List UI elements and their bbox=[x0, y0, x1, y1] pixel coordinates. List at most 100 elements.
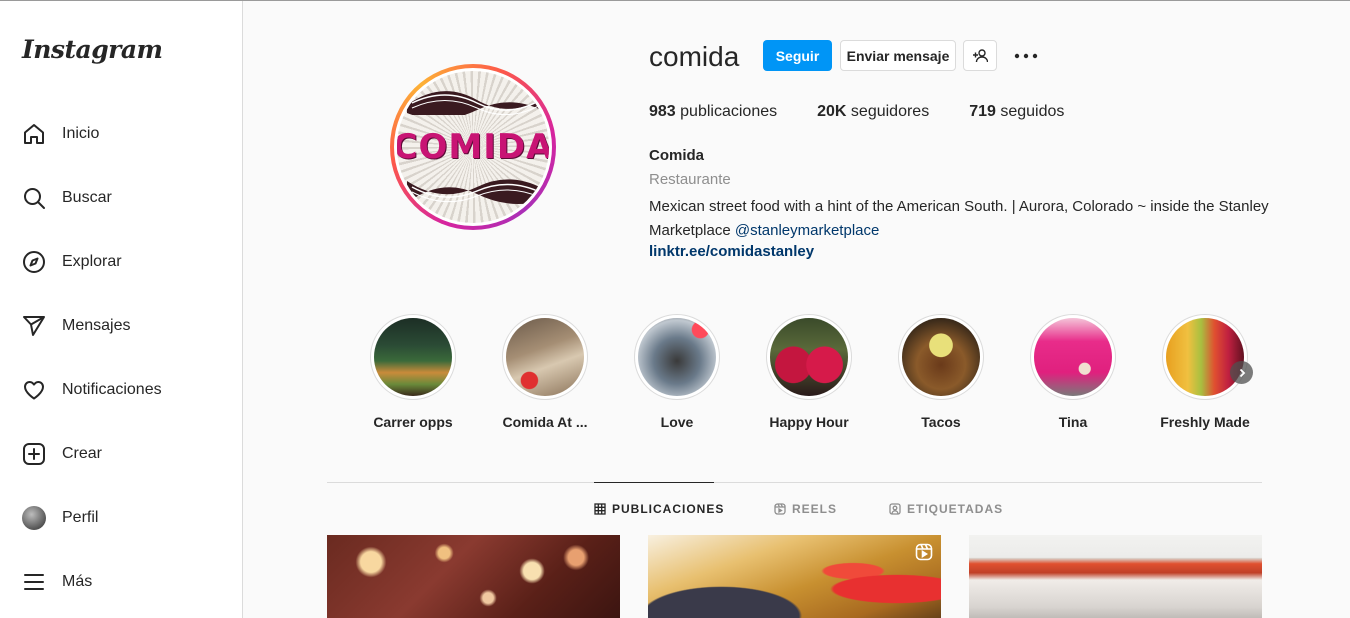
highlight-cover-ring bbox=[502, 314, 588, 400]
sidebar-item-mas[interactable]: Más bbox=[10, 558, 232, 606]
send-icon bbox=[21, 313, 47, 339]
heart-icon bbox=[21, 377, 47, 403]
story-highlight[interactable]: Comida At ... bbox=[495, 314, 595, 430]
sidebar-item-crear[interactable]: Crear bbox=[10, 430, 232, 478]
sidebar: Instagram Inicio Buscar Explorar Mensaje… bbox=[0, 1, 243, 618]
sidebar-item-explorar[interactable]: Explorar bbox=[10, 238, 232, 286]
tab-label: PUBLICACIONES bbox=[612, 502, 725, 516]
story-highlight[interactable]: Happy Hour bbox=[759, 314, 859, 430]
posts-count-label: publicaciones bbox=[680, 103, 778, 120]
sidebar-item-label: Buscar bbox=[62, 189, 112, 206]
reel-badge-icon bbox=[915, 543, 933, 566]
sidebar-item-inicio[interactable]: Inicio bbox=[10, 110, 232, 158]
more-icon bbox=[1014, 53, 1038, 59]
send-message-button[interactable]: Enviar mensaje bbox=[840, 40, 956, 71]
avatar bbox=[22, 506, 46, 530]
highlight-cover bbox=[1034, 318, 1112, 396]
search-icon bbox=[21, 185, 47, 211]
sidebar-item-label: Explorar bbox=[62, 253, 122, 270]
home-icon bbox=[21, 121, 47, 147]
story-highlight[interactable]: Carrer opps bbox=[363, 314, 463, 430]
highlight-cover-ring bbox=[1162, 314, 1248, 400]
highlight-cover-ring bbox=[634, 314, 720, 400]
tab-label: REELS bbox=[792, 502, 838, 516]
post-thumbnail[interactable] bbox=[327, 535, 620, 618]
follow-button[interactable]: Seguir bbox=[763, 40, 832, 71]
grid-icon bbox=[594, 503, 606, 515]
sidebar-item-label: Notificaciones bbox=[62, 381, 162, 398]
followers-count-label: seguidores bbox=[850, 103, 930, 120]
posts-count-value: 983 bbox=[649, 103, 676, 120]
sidebar-item-label: Crear bbox=[62, 445, 103, 462]
highlight-cover-ring bbox=[370, 314, 456, 400]
followers-count-value: 20K bbox=[817, 103, 847, 120]
tab-reels[interactable]: REELS bbox=[774, 502, 837, 516]
tab-etiquetadas[interactable]: ETIQUETADAS bbox=[889, 502, 1003, 516]
highlight-cover bbox=[374, 318, 452, 396]
wave-decoration bbox=[407, 179, 547, 204]
tab-publicaciones[interactable]: PUBLICACIONES bbox=[594, 502, 724, 516]
sidebar-item-buscar[interactable]: Buscar bbox=[10, 174, 232, 222]
highlights-next-button[interactable] bbox=[1230, 361, 1253, 384]
active-tab-indicator bbox=[594, 482, 714, 483]
tabs-divider bbox=[327, 482, 1262, 483]
following-count-value: 719 bbox=[969, 103, 996, 120]
highlight-cover bbox=[638, 318, 716, 396]
highlight-cover bbox=[506, 318, 584, 396]
instagram-logo[interactable]: Instagram bbox=[22, 35, 163, 64]
post-thumbnail[interactable] bbox=[648, 535, 941, 618]
profile-username: comida bbox=[649, 41, 740, 72]
highlight-label: Carrer opps bbox=[373, 414, 453, 430]
story-highlight[interactable]: Love bbox=[627, 314, 727, 430]
highlight-cover-ring bbox=[898, 314, 984, 400]
suggested-accounts-button[interactable] bbox=[963, 40, 997, 71]
options-button[interactable] bbox=[1013, 41, 1039, 71]
highlight-label: Freshly Made bbox=[1160, 414, 1250, 430]
wave-decoration bbox=[407, 91, 547, 115]
sidebar-item-notificaciones[interactable]: Notificaciones bbox=[10, 366, 232, 414]
post-image bbox=[648, 535, 941, 618]
profile-picture-frame: COMIDA bbox=[394, 68, 552, 226]
tagged-icon bbox=[889, 503, 901, 515]
menu-icon bbox=[21, 569, 47, 595]
highlight-label: Happy Hour bbox=[769, 414, 849, 430]
highlight-label: Love bbox=[660, 414, 694, 430]
highlight-label: Tina bbox=[1058, 414, 1088, 430]
highlight-label: Tacos bbox=[921, 414, 961, 430]
highlight-cover-ring bbox=[1030, 314, 1116, 400]
sidebar-item-label: Más bbox=[62, 573, 93, 590]
profile-picture-logo: COMIDA bbox=[397, 127, 549, 167]
compass-icon bbox=[21, 249, 47, 275]
profile-main: COMIDA comida Seguir Enviar mensaje 983 … bbox=[243, 1, 1350, 618]
reels-icon bbox=[774, 503, 786, 515]
highlight-cover bbox=[770, 318, 848, 396]
chevron-right-icon bbox=[1239, 368, 1245, 377]
highlight-label: Comida At ... bbox=[502, 414, 588, 430]
profile-picture-story-ring[interactable]: COMIDA bbox=[390, 64, 556, 230]
posts-count: 983 publicaciones bbox=[649, 103, 777, 121]
avatar-wrap bbox=[21, 505, 47, 531]
followers-count[interactable]: 20K seguidores bbox=[817, 103, 929, 121]
following-count[interactable]: 719 seguidos bbox=[969, 103, 1064, 121]
story-highlight[interactable]: Tina bbox=[1023, 314, 1123, 430]
sidebar-item-label: Perfil bbox=[62, 509, 99, 526]
post-image bbox=[969, 535, 1262, 618]
sidebar-item-mensajes[interactable]: Mensajes bbox=[10, 302, 232, 350]
story-highlight[interactable]: Tacos bbox=[891, 314, 991, 430]
highlight-cover bbox=[902, 318, 980, 396]
profile-bio: Mexican street food with a hint of the A… bbox=[649, 195, 1269, 243]
profile-stats: 983 publicaciones 20K seguidores 719 seg… bbox=[649, 103, 1104, 121]
sidebar-item-perfil[interactable]: Perfil bbox=[10, 494, 232, 542]
profile-picture: COMIDA bbox=[397, 71, 549, 223]
sidebar-item-label: Inicio bbox=[62, 125, 100, 142]
post-thumbnail[interactable] bbox=[969, 535, 1262, 618]
plus-square-icon bbox=[21, 441, 47, 467]
highlight-cover bbox=[1166, 318, 1244, 396]
add-user-icon bbox=[973, 48, 988, 62]
profile-external-link[interactable]: linktr.ee/comidastanley bbox=[649, 243, 814, 260]
bio-mention-link[interactable]: @stanleymarketplace bbox=[735, 222, 879, 239]
tab-label: ETIQUETADAS bbox=[907, 502, 1004, 516]
sidebar-item-label: Mensajes bbox=[62, 317, 131, 334]
post-image bbox=[327, 535, 620, 618]
following-count-label: seguidos bbox=[1000, 103, 1065, 120]
